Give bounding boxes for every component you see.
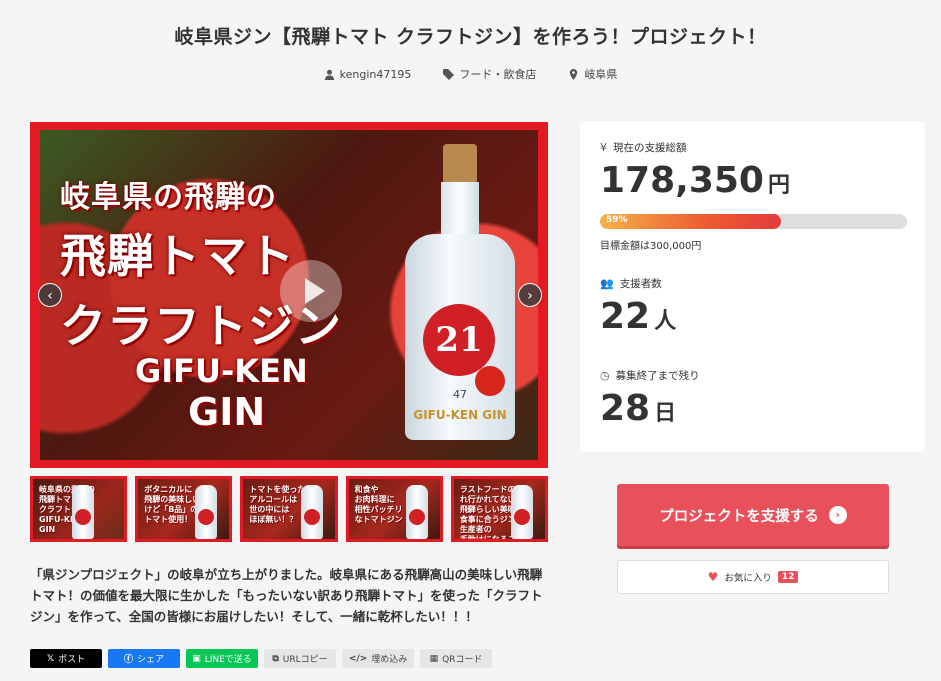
meta-category-label: フード・飲食店 xyxy=(459,68,537,81)
bottle-icon xyxy=(72,485,95,539)
hero-image-carousel[interactable]: 岐阜県の飛騨の 飛騨トマト クラフトジン GIFU-KEN GIN 21 47 … xyxy=(30,122,548,468)
copy-url-button[interactable]: ⧉ URLコピー xyxy=(264,649,336,668)
chevron-right-icon: › xyxy=(527,288,533,304)
thumbnail[interactable]: トマトを使った アルコールは 世の中には ほぼ無い！？ xyxy=(240,476,338,542)
tag-icon xyxy=(443,68,455,80)
bottle-icon xyxy=(300,485,323,539)
thumbnail[interactable]: ラストフードのから れ行かれてない 飛騨らしい美味で 食事に合うジン 生産者の … xyxy=(450,476,549,542)
funding-progress-bar: 59% xyxy=(600,214,907,229)
bottle-neck xyxy=(441,182,479,242)
hero-image: 岐阜県の飛騨の 飛騨トマト クラフトジン GIFU-KEN GIN 21 47 … xyxy=(40,130,538,460)
remaining-unit: 日 xyxy=(654,401,677,426)
supporters-label-row: 👥 支援者数 xyxy=(600,276,662,291)
meta-location-label: 岐阜県 xyxy=(584,68,618,81)
x-logo-icon: 𝕏 xyxy=(46,653,55,664)
meta-user[interactable]: kengin47195 xyxy=(324,66,412,82)
thumbnail[interactable]: 和食や お肉料理に 相性バッチリ なトマトジン xyxy=(345,476,443,542)
qr-code-label: QRコード xyxy=(442,655,483,665)
thumbnail-text: トマトを使った アルコールは 世の中には ほぼ無い！？ xyxy=(249,485,306,524)
progress-fill: 59% xyxy=(600,214,782,229)
thumbnail-strip: 岐阜県の飛騨の 飛騨トマト クラフトジン GIFU-KEN GIN ボタニカルに… xyxy=(30,476,549,542)
bottle-icon xyxy=(511,485,534,539)
funding-label: 現在の支援総額 xyxy=(613,142,687,154)
supporters-unit: 人 xyxy=(654,309,677,334)
support-project-button[interactable]: プロジェクトを支援する › xyxy=(617,484,889,546)
meta-user-label: kengin47195 xyxy=(339,67,412,81)
code-icon: </> xyxy=(348,653,368,664)
copy-icon: ⧉ xyxy=(272,653,279,664)
bottle-number: 47 xyxy=(453,388,467,401)
users-icon: 👥 xyxy=(600,277,614,290)
share-x-button[interactable]: 𝕏 ポスト xyxy=(30,649,102,668)
supporters-count-row: 22 人 xyxy=(600,296,676,337)
thumbnail-text: 和食や お肉料理に 相性バッチリ なトマトジン xyxy=(354,485,403,524)
qr-code-button[interactable]: ▦ QRコード xyxy=(420,649,492,668)
funding-label-row: ¥ 現在の支援総額 xyxy=(600,140,687,155)
share-x-label: ポスト xyxy=(58,655,86,665)
share-buttons: 𝕏 ポスト ⓕ シェア ▣ LINEで送る ⧉ URLコピー </> 埋め込み ▦ QRコー… xyxy=(30,649,492,668)
hero-text-line: 飛騨トマト xyxy=(60,229,295,283)
funding-amount: 178,350 xyxy=(600,160,764,201)
facebook-icon: ⓕ xyxy=(123,655,133,665)
location-pin-icon xyxy=(570,68,578,80)
bottle-cork xyxy=(443,144,477,184)
user-icon xyxy=(324,69,334,80)
bottle-icon xyxy=(195,485,218,539)
remaining-count-row: 28 日 xyxy=(600,388,676,429)
favorite-count: 12 xyxy=(777,571,799,583)
thumbnail[interactable]: 岐阜県の飛騨の 飛騨トマト クラフトジン GIFU-KEN GIN xyxy=(30,476,128,542)
support-project-label: プロジェクトを支援する xyxy=(659,508,819,525)
copy-url-label: URLコピー xyxy=(282,655,328,665)
goal-amount: 目標金額は300,000円 xyxy=(600,241,702,252)
play-video-icon[interactable] xyxy=(280,260,342,322)
embed-button[interactable]: </> 埋め込み xyxy=(342,649,414,668)
remaining-label-row: ◷ 募集終了まで残り xyxy=(600,368,700,383)
share-line-label: LINEで送る xyxy=(204,655,252,665)
project-meta: kengin47195 フード・飲食店 岐阜県 xyxy=(0,66,941,82)
meta-location[interactable]: 岐阜県 xyxy=(568,66,617,82)
bottle-badge: 21 xyxy=(423,304,495,376)
thumbnail-text: ボタニカルに 飛騨の美味しい けど「B品」の トマト使用！ xyxy=(144,485,201,524)
line-icon: ▣ xyxy=(192,653,201,664)
meta-category[interactable]: フード・飲食店 xyxy=(443,66,536,82)
qr-code-icon: ▦ xyxy=(429,653,439,664)
funding-amount-row: 178,350 円 xyxy=(600,160,790,201)
chevron-right-circle-icon: › xyxy=(828,506,847,524)
page-title: 岐阜県ジン【飛騨トマト クラフトジン】を作ろう！プロジェクト！ xyxy=(174,26,767,48)
remaining-label: 募集終了まで残り xyxy=(615,370,700,382)
share-facebook-label: シェア xyxy=(137,655,165,665)
supporters-count: 22 xyxy=(600,296,651,337)
progress-percent: 59% xyxy=(606,215,628,225)
bottle-brand: GIFU-KEN GIN xyxy=(413,408,507,422)
favorite-label: お気に入り xyxy=(724,573,772,584)
share-facebook-button[interactable]: ⓕ シェア xyxy=(108,649,180,668)
remaining-count: 28 xyxy=(600,388,651,429)
heart-icon: ♥ xyxy=(707,570,719,584)
bottle-icon xyxy=(405,485,428,539)
carousel-prev-button[interactable]: ‹ xyxy=(38,283,62,307)
thumbnail[interactable]: ボタニカルに 飛騨の美味しい けど「B品」の トマト使用！ xyxy=(135,476,233,542)
favorite-button[interactable]: ♥ お気に入り 12 xyxy=(617,560,889,594)
clock-icon: ◷ xyxy=(600,369,610,382)
hero-text-line: 岐阜県の飛騨の xyxy=(60,180,277,215)
funding-currency: 円 xyxy=(767,173,790,198)
chevron-left-icon: ‹ xyxy=(47,288,53,304)
hero-text-line: GIN xyxy=(188,390,266,434)
carousel-next-button[interactable]: › xyxy=(518,283,542,307)
hero-text-line: GIFU-KEN xyxy=(135,352,308,390)
gin-bottle-illustration: 21 47 GIFU-KEN GIN xyxy=(405,134,515,444)
supporters-label: 支援者数 xyxy=(619,278,662,290)
embed-label: 埋め込み xyxy=(371,655,408,665)
yen-icon: ¥ xyxy=(600,141,607,154)
funding-stats-panel: ¥ 現在の支援総額 178,350 円 59% 目標金額は300,000円 👥 支… xyxy=(580,122,925,452)
share-line-button[interactable]: ▣ LINEで送る xyxy=(186,649,258,668)
project-description: 「県ジンプロジェクト」の岐阜が立ち上がりました。岐阜県にある飛騨高山の美味しい飛… xyxy=(30,567,543,624)
